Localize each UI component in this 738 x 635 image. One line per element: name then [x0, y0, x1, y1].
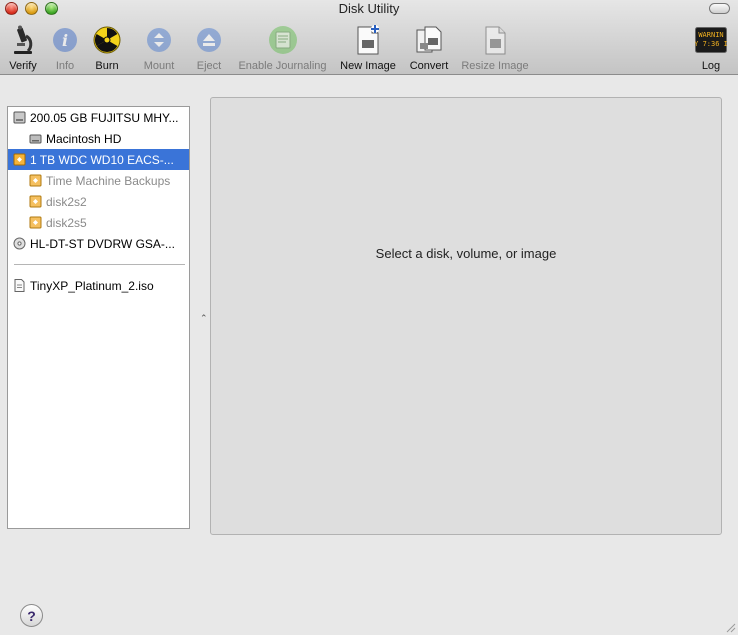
sidebar-item-macintosh-hd[interactable]: Macintosh HD [8, 128, 189, 149]
sidebar-item-label: Time Machine Backups [46, 173, 171, 188]
resize-image-button[interactable]: Resize Image [460, 24, 530, 72]
mount-icon [143, 24, 175, 56]
sidebar-item-label: disk2s5 [46, 215, 87, 230]
sidebar-item-time-machine-backups[interactable]: Time Machine Backups [8, 170, 189, 191]
mount-button[interactable]: Mount [140, 24, 178, 72]
sidebar-item-disk2s5[interactable]: disk2s5 [8, 212, 189, 233]
sidebar-item-disk2s2[interactable]: disk2s2 [8, 191, 189, 212]
split-view-handle[interactable]: ⌃ [200, 313, 208, 324]
info-icon: i [49, 24, 81, 56]
sidebar-item-label: disk2s2 [46, 194, 87, 209]
info-label: Info [55, 60, 75, 72]
burn-button[interactable]: Burn [91, 24, 123, 72]
window-title: Disk Utility [338, 1, 400, 16]
enable-journaling-button[interactable]: Enable Journaling [236, 24, 329, 72]
mount-label: Mount [143, 60, 175, 72]
sidebar-item-label: 1 TB WDC WD10 EACS-... [30, 152, 174, 167]
sidebar-separator [14, 264, 185, 265]
toolbar-toggle-button[interactable] [709, 3, 730, 14]
external-volume-icon [29, 216, 42, 229]
burn-label: Burn [95, 60, 119, 72]
sidebar-item-fujitsu-disk[interactable]: 200.05 GB FUJITSU MHY... [8, 107, 189, 128]
microscope-icon [7, 24, 39, 56]
optical-drive-icon [13, 237, 26, 250]
new-image-label: New Image [340, 60, 396, 72]
external-disk-icon [13, 153, 26, 166]
convert-label: Convert [409, 60, 449, 72]
enable-journaling-label: Enable Journaling [238, 60, 327, 72]
eject-label: Eject [196, 60, 222, 72]
info-button[interactable]: i Info [49, 24, 81, 72]
convert-icon [413, 24, 445, 56]
convert-button[interactable]: Convert [407, 24, 451, 72]
disk-image-file-icon [13, 279, 26, 292]
log-button[interactable]: WARNIN Y 7:36 I Log [694, 24, 728, 72]
verify-button[interactable]: Verify [4, 24, 42, 72]
sidebar-item-label: TinyXP_Platinum_2.iso [30, 278, 154, 293]
log-icon-text-line-1: WARNIN [698, 31, 723, 39]
new-image-icon [352, 24, 384, 56]
disk-list-sidebar[interactable]: 200.05 GB FUJITSU MHY... Macintosh HD 1 … [7, 106, 190, 529]
eject-button[interactable]: Eject [194, 24, 224, 72]
help-button[interactable]: ? [20, 604, 43, 627]
burn-radiation-icon [91, 24, 123, 56]
svg-text:i: i [62, 31, 68, 50]
empty-selection-message: Select a disk, volume, or image [375, 246, 557, 261]
sidebar-item-dvd-drive[interactable]: HL-DT-ST DVDRW GSA-... [8, 233, 189, 254]
log-label: Log [701, 60, 721, 72]
internal-disk-icon [13, 111, 26, 124]
eject-icon [193, 24, 225, 56]
help-button-label: ? [27, 607, 36, 624]
sidebar-item-label: 200.05 GB FUJITSU MHY... [30, 110, 179, 125]
resize-image-icon [479, 24, 511, 56]
window-toolbar: Disk Utility Verify i Info Burn Mount Ej… [0, 0, 738, 75]
external-volume-icon [29, 195, 42, 208]
window-resize-grip-icon[interactable] [724, 621, 736, 633]
volume-icon [29, 132, 42, 145]
new-image-button[interactable]: New Image [339, 24, 397, 72]
resize-image-label: Resize Image [461, 60, 529, 72]
log-console-icon: WARNIN Y 7:36 I [695, 24, 727, 56]
sidebar-item-wdc-disk[interactable]: 1 TB WDC WD10 EACS-... [8, 149, 189, 170]
log-icon-text-line-2: Y 7:36 I [695, 40, 727, 48]
verify-label: Verify [9, 60, 37, 72]
journaling-icon [267, 24, 299, 56]
sidebar-item-label: HL-DT-ST DVDRW GSA-... [30, 236, 175, 251]
sidebar-item-tinyxp-iso[interactable]: TinyXP_Platinum_2.iso [8, 275, 189, 296]
detail-panel: Select a disk, volume, or image [210, 97, 722, 535]
external-volume-icon [29, 174, 42, 187]
sidebar-item-label: Macintosh HD [46, 131, 122, 146]
